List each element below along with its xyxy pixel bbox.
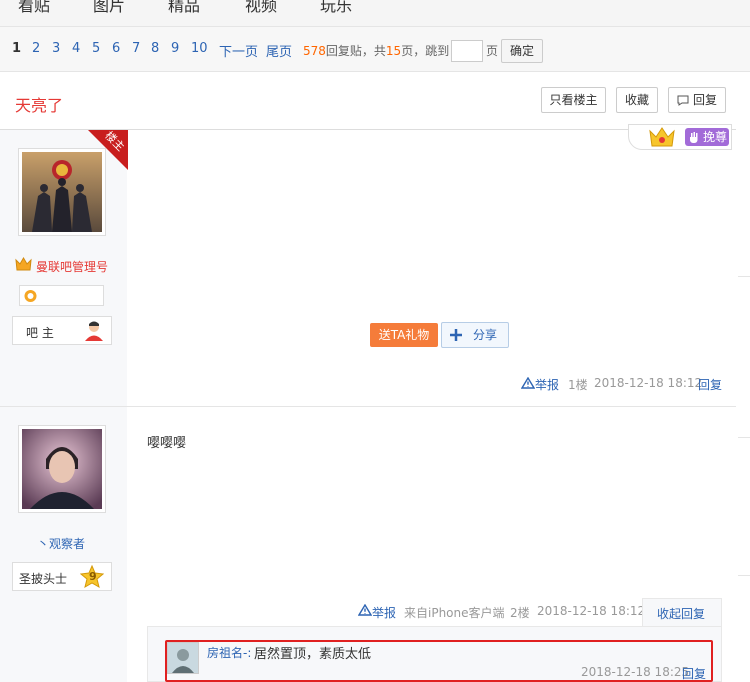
user-icon [85, 321, 103, 341]
page-4[interactable]: 4 [72, 41, 80, 56]
floor2-report-link[interactable]: 举报 [372, 604, 396, 621]
last-page-link[interactable]: 尾页 [266, 41, 292, 60]
thread-title: 天亮了 [15, 96, 64, 115]
user-title: 圣披头士 [19, 572, 68, 586]
plus-icon [450, 329, 462, 341]
collapse-replies-tab[interactable]: 收起回复 [642, 598, 722, 627]
floor2-username[interactable]: 丶观察者 [37, 535, 85, 552]
next-page-link[interactable]: 下一页 [219, 41, 258, 60]
share-button[interactable]: 分享 [441, 322, 509, 348]
floor2-number: 2楼 [510, 606, 530, 620]
pager: 1 2 3 4 5 6 7 8 9 10 下一页 尾页 578回复贴，共15页，… [0, 27, 750, 72]
floor1-content [127, 130, 736, 407]
jump-page-input[interactable] [451, 40, 483, 62]
avatar [22, 429, 102, 509]
right-rule [738, 575, 750, 576]
boost-button[interactable]: 挽尊 [685, 128, 729, 146]
tab-posts[interactable]: 看贴 [18, 0, 50, 16]
user-level: 9 [89, 570, 97, 583]
role-badge: 吧 主 [12, 316, 112, 345]
floor2-avatar[interactable] [18, 425, 106, 513]
page-3[interactable]: 3 [52, 41, 60, 56]
role-label: 吧 主 [26, 326, 54, 340]
reply-button-label: 回复 [692, 93, 717, 107]
page-10[interactable]: 10 [191, 41, 208, 56]
floor1-username[interactable]: 曼联吧管理号 [36, 258, 108, 275]
favorite-button[interactable]: 收藏 [616, 87, 658, 113]
member-badge [19, 285, 104, 306]
reply-summary: 578回复贴，共15页，跳到 [303, 42, 449, 59]
warning-icon [358, 604, 372, 616]
page-7[interactable]: 7 [132, 41, 140, 56]
page-unit: 页 [486, 44, 499, 58]
send-gift-button[interactable]: 送TA礼物 [370, 323, 438, 347]
only-op-button[interactable]: 只看楼主 [541, 87, 606, 113]
floor1-time: 2018-12-18 18:12 [594, 376, 703, 390]
right-rule [738, 276, 750, 277]
highlight-box [165, 640, 713, 682]
tab-images[interactable]: 图片 [93, 0, 125, 16]
comment-icon [677, 95, 689, 106]
crown-icon [649, 127, 675, 147]
tab-fun[interactable]: 玩乐 [320, 0, 352, 16]
top-nav: 看贴 图片 精品 视频 玩乐 [0, 0, 750, 27]
pages-label: 页，跳到 [401, 44, 450, 58]
floor1-number: 1楼 [568, 378, 588, 392]
page-1: 1 [12, 41, 22, 56]
title-badge: 圣披头士 9 [12, 562, 112, 591]
admin-crown-icon [15, 257, 32, 271]
right-rule [738, 437, 750, 438]
boost-label: 挽尊 [703, 130, 728, 144]
warning-icon [521, 377, 535, 389]
total-pages: 15 [385, 44, 402, 58]
page-5[interactable]: 5 [92, 41, 100, 56]
hand-icon [690, 132, 698, 143]
tab-videos[interactable]: 视频 [245, 0, 277, 16]
reply-count: 578 [303, 44, 326, 58]
tab-featured[interactable]: 精品 [168, 0, 200, 16]
reply-label: 回复贴，共 [325, 44, 386, 58]
floor1-reply-link[interactable]: 回复 [698, 376, 722, 393]
floor2-post-content: 嘤嘤嘤 [147, 436, 187, 451]
floor2-time: 2018-12-18 18:12 [537, 604, 646, 618]
reply-button[interactable]: 回复 [668, 87, 726, 113]
page-9[interactable]: 9 [171, 41, 179, 56]
floor1-report-link[interactable]: 举报 [535, 376, 559, 393]
page-8[interactable]: 8 [151, 41, 159, 56]
confirm-jump-button[interactable]: 确定 [501, 39, 543, 63]
medal-icon [24, 290, 37, 302]
page-2[interactable]: 2 [32, 41, 40, 56]
collapse-replies-label: 收起回复 [657, 607, 706, 621]
floor2-source: 来自iPhone客户端 [404, 606, 505, 620]
share-label: 分享 [473, 328, 498, 342]
crown-badge[interactable]: 挽尊 [628, 124, 732, 150]
page-6[interactable]: 6 [112, 41, 120, 56]
